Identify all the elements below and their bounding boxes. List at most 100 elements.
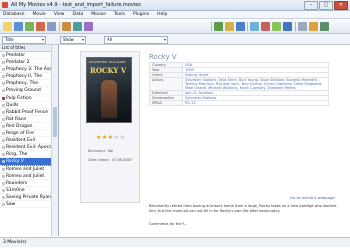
list-item[interactable]: Pulp Fiction xyxy=(0,95,58,102)
chevron-down-icon: ▾ xyxy=(163,37,166,42)
list-item[interactable]: Romeo and Juliet xyxy=(0,173,58,180)
list-item-label: Pulp Fiction xyxy=(6,95,32,101)
list-item[interactable]: S1m0ne xyxy=(0,187,58,194)
list-item-label: Rocky V xyxy=(6,159,24,165)
toolbar-separator xyxy=(295,22,296,31)
list-item[interactable]: Prophecy, The xyxy=(0,80,58,88)
new-movie-icon[interactable] xyxy=(25,22,34,31)
list-item-label: Predator 2 xyxy=(6,60,30,66)
scrollbar-thumb[interactable] xyxy=(53,107,57,137)
list-item[interactable]: Quills xyxy=(0,102,58,109)
movie-details: SYLVESTER STALLONE ROCKY V ★★★★★ Borrowe… xyxy=(60,45,350,236)
list-item-label: Ring, The xyxy=(6,152,28,158)
list-item[interactable]: Proving Ground xyxy=(0,87,58,95)
search-icon[interactable] xyxy=(73,22,82,31)
movie-icon xyxy=(1,117,5,121)
alpha-value: All xyxy=(107,37,112,42)
view-select[interactable]: Show ▾ xyxy=(60,36,86,44)
list-item[interactable]: Reign of Fire xyxy=(0,130,58,138)
options-icon[interactable] xyxy=(283,22,292,31)
info-row: MPAA PG-13 xyxy=(149,100,329,106)
flag-icon xyxy=(1,96,5,100)
title-list: Predator Predator 2 Prophecy 3: The Ascent… xyxy=(0,52,58,209)
edit-icon[interactable] xyxy=(62,22,71,31)
menu-view[interactable]: View xyxy=(54,11,65,18)
menu-database[interactable]: Database xyxy=(3,11,24,18)
movie-icon xyxy=(1,54,5,57)
list-item[interactable]: Resident Evil: Apocalypse xyxy=(0,144,58,152)
app-icon xyxy=(2,2,8,8)
list-item-label: Saw xyxy=(6,201,16,207)
maximize-button[interactable]: □ xyxy=(319,1,333,10)
list-item[interactable]: Rat Race xyxy=(0,116,58,123)
list-item[interactable]: Rabbit Proof Fence xyxy=(0,109,58,116)
toolbar xyxy=(0,20,350,34)
menu-mouse[interactable]: Mouse xyxy=(91,11,106,18)
movie-description: Reluctantly retired from boxing and back… xyxy=(149,204,337,213)
list-item[interactable]: Saw xyxy=(0,201,58,209)
list-item[interactable]: Resident Evil xyxy=(0,137,58,145)
filter-icon[interactable] xyxy=(272,22,281,31)
list-item-label: Romeo and Juliet xyxy=(6,173,45,179)
menu-tools[interactable]: Tools xyxy=(114,11,125,18)
list-item[interactable]: Rounders xyxy=(0,180,58,187)
list-item[interactable]: Predator xyxy=(0,52,58,60)
loan-icon[interactable] xyxy=(261,22,270,31)
list-item-label: Rat Race xyxy=(6,116,27,122)
date-added-label: Date added: xyxy=(88,158,110,162)
movie-poster: SYLVESTER STALLONE ROCKY V xyxy=(86,57,132,123)
save-icon[interactable] xyxy=(14,22,23,31)
toolbar-separator xyxy=(211,22,212,31)
window-title: All My Movies v4.9 - test_and_import_fai… xyxy=(11,2,141,8)
movie-icon xyxy=(1,139,5,143)
list-item-label: Rounders xyxy=(6,180,28,186)
list-item-label: Prophecy II, The xyxy=(6,74,43,80)
export-icon[interactable] xyxy=(225,22,234,31)
help-icon[interactable] xyxy=(298,22,307,31)
minimize-button[interactable]: – xyxy=(304,1,318,10)
open-folder-icon[interactable] xyxy=(3,22,12,31)
statistics-icon[interactable] xyxy=(250,22,259,31)
list-item[interactable]: Prophecy 3: The Ascent xyxy=(0,66,58,74)
movie-icon xyxy=(1,132,5,136)
list-item-label: Predator xyxy=(6,53,26,58)
title-list-panel: List of titles Predator Predator 2 Prophec… xyxy=(0,45,59,236)
movie-icon xyxy=(1,75,5,79)
menu-help[interactable]: Help xyxy=(157,11,167,18)
chevron-down-icon: ▾ xyxy=(41,37,44,42)
list-item[interactable]: Red Dragon xyxy=(0,123,58,131)
movie-icon xyxy=(1,68,5,72)
movie-icon xyxy=(1,61,5,65)
alpha-select[interactable]: All ▾ xyxy=(104,36,168,44)
report-icon[interactable] xyxy=(236,22,245,31)
menu-movie[interactable]: Movie xyxy=(32,11,45,18)
delete-icon[interactable] xyxy=(36,22,45,31)
import-icon[interactable] xyxy=(214,22,223,31)
list-item[interactable]: Romeo and Juliet xyxy=(0,166,58,173)
list-item[interactable]: Predator 2 xyxy=(0,59,58,67)
list-item-label: Rabbit Proof Fence xyxy=(6,109,49,115)
menu-bar: Database Movie View Data Mouse Tools Plu… xyxy=(0,11,350,19)
list-item[interactable]: Prophecy II, The xyxy=(0,73,58,81)
menu-data[interactable]: Data xyxy=(73,11,84,18)
info-row: Actors Sylvester Stallone, Talia Shire, B… xyxy=(149,77,329,91)
info-value: Sylvester Stallone, Talia Shire, Burt Yo… xyxy=(182,77,329,91)
print-icon[interactable] xyxy=(47,22,56,31)
list-item-label: Red Dragon xyxy=(6,123,33,129)
about-icon[interactable] xyxy=(309,22,318,31)
list-scrollbar[interactable] xyxy=(51,45,58,236)
movie-webpage-link[interactable]: Go to movie's webpage xyxy=(290,195,335,200)
list-item[interactable]: Saving Private Ryan xyxy=(0,194,58,201)
movie-icon xyxy=(1,82,5,86)
menu-plugins[interactable]: Plugins xyxy=(133,11,149,18)
movie-icon xyxy=(1,167,5,171)
movie-icon xyxy=(1,110,5,114)
close-button[interactable]: ✕ xyxy=(334,1,348,10)
category-select[interactable]: Title ▾ xyxy=(2,36,46,44)
list-item[interactable]: Rocky V xyxy=(0,158,58,166)
web-icon[interactable] xyxy=(320,22,329,31)
internet-icon[interactable] xyxy=(84,22,93,31)
movie-icon xyxy=(1,89,5,93)
toolbar-separator xyxy=(59,22,60,31)
list-item[interactable]: Ring, The xyxy=(0,151,58,159)
